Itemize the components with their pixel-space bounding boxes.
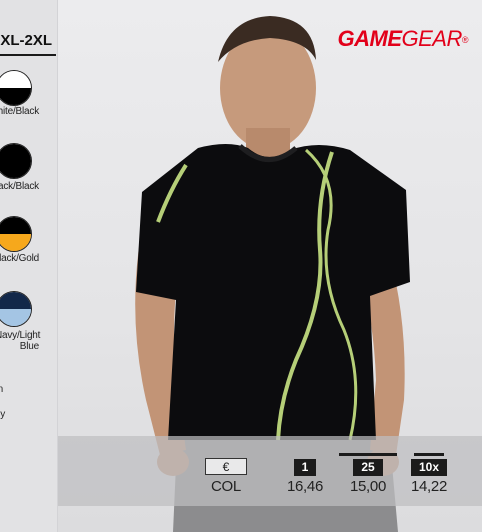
colour-label: Navy/Light Blue [0, 330, 41, 352]
qty-badge: 1 [293, 459, 317, 476]
size-range-heading: XL-2XL [0, 26, 56, 56]
colour-swatch-black-black [0, 143, 32, 179]
price-value: 16,46 [286, 478, 324, 495]
catalog-page: GAMEGEAR® XL-2XL White/Black Black/Black… [0, 0, 482, 532]
brand-logo: GAMEGEAR® [337, 26, 469, 51]
colour-swatch-black-gold [0, 216, 32, 252]
qty-badge: 25 [353, 459, 383, 476]
qty-bar [414, 453, 444, 456]
price-tier-10x: 10x 14,22 [407, 458, 451, 495]
colour-code: COL [211, 478, 241, 495]
partial-label: y [0, 409, 5, 420]
colour-swatch-white-black [0, 70, 32, 106]
qty-badge: 10x [410, 459, 448, 476]
price-tier-25: 25 15,00 [346, 458, 390, 495]
price-value: 14,22 [410, 478, 448, 495]
qty-bar [339, 453, 397, 456]
colour-swatch-navy-light-blue [0, 291, 32, 327]
colour-label: Black/Black [0, 181, 39, 192]
partial-label: n [0, 384, 3, 395]
colour-panel: XL-2XL White/Black Black/Black Black/Gol… [0, 0, 58, 532]
currency-column: € COL [205, 458, 247, 495]
colour-label: White/Black [0, 106, 39, 117]
colour-label: Black/Gold [0, 253, 39, 264]
currency-box: € [205, 458, 247, 475]
price-value: 15,00 [349, 478, 387, 495]
price-tier-1: 1 16,46 [281, 458, 329, 495]
